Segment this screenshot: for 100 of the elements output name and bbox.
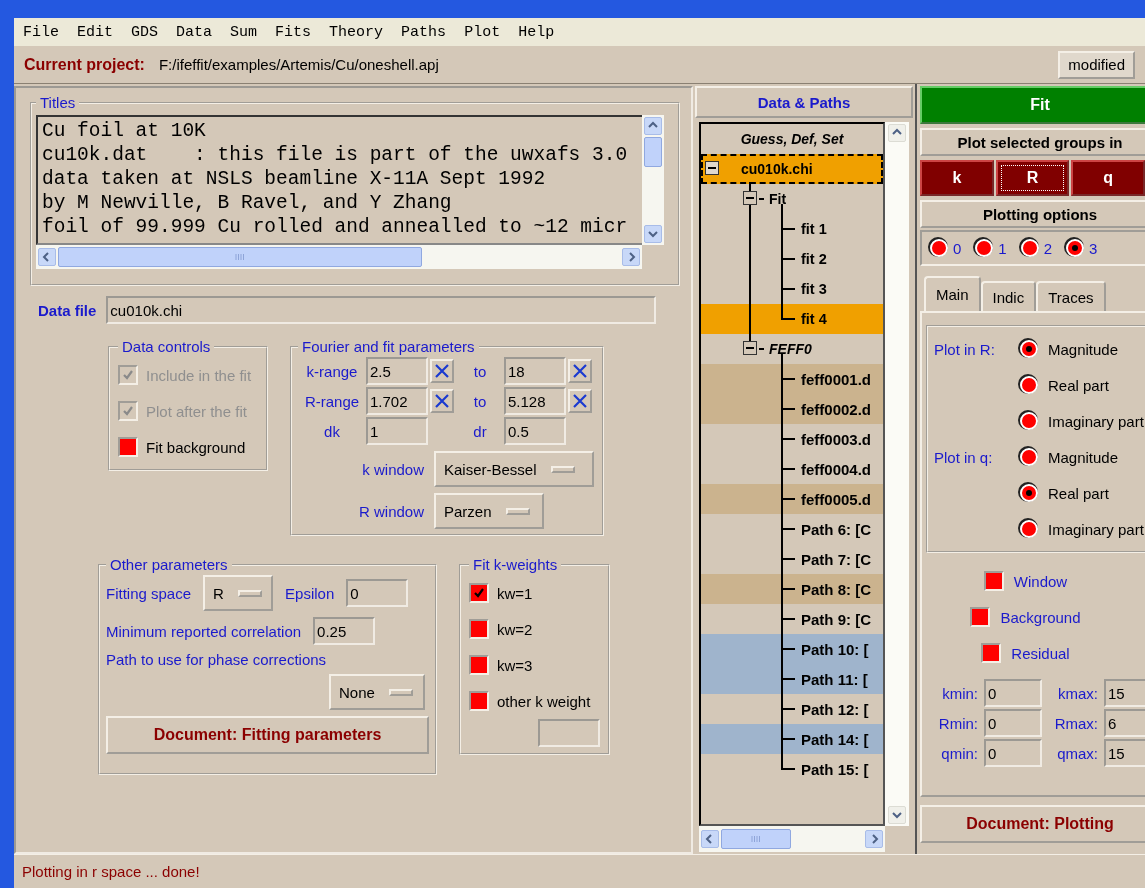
tree-row[interactable]: Path 10: [ [701,634,883,664]
tree-row[interactable]: fit 4 [701,304,883,334]
scroll-right-button[interactable] [622,248,640,266]
menu-item[interactable]: Plot [463,23,502,41]
scroll-thumb[interactable] [721,829,791,849]
horizontal-scrollbar[interactable] [699,826,885,852]
horizontal-scrollbar[interactable] [36,245,642,269]
text-field[interactable]: 0 [984,709,1042,737]
menu-item[interactable]: Theory [328,23,385,41]
text-field[interactable]: 0 [346,579,409,607]
text-field[interactable]: 0.25 [313,617,376,645]
plot-button[interactable]: R [995,160,1070,196]
tree-row[interactable]: Path 9: [C [701,604,883,634]
radio-button[interactable] [1020,340,1038,358]
text-field[interactable]: 15 [1104,739,1145,767]
menu-item[interactable]: Edit [76,23,115,41]
menu-item[interactable]: Data [175,23,214,41]
tree-row[interactable]: Path 12: [ [701,694,883,724]
fit-button[interactable]: Fit [920,86,1145,124]
tree-row[interactable]: fit 1 [701,214,883,244]
tree-row[interactable]: cu010k.chi [701,154,883,184]
tree-view[interactable] [699,122,885,826]
scroll-thumb[interactable] [58,247,422,267]
radio-button[interactable] [1020,448,1038,466]
tree-row[interactable]: Path 6: [C [701,514,883,544]
radio-button[interactable] [1020,376,1038,394]
scroll-down-button[interactable] [888,806,906,824]
tree-row[interactable]: Path 11: [ [701,664,883,694]
text-field[interactable]: cu010k.chi [106,296,657,324]
option-menu[interactable]: None [329,674,425,710]
document-button[interactable]: Document: Plotting [920,805,1145,843]
tree-row[interactable]: fit 2 [701,244,883,274]
text-field[interactable]: 18 [504,357,566,385]
clear-button[interactable] [568,359,592,383]
tree-row[interactable]: Path 7: [C [701,544,883,574]
checkbox[interactable] [970,607,991,627]
tab[interactable]: Traces [1036,281,1106,311]
menu-item[interactable]: Help [517,23,556,41]
option-menu[interactable]: Kaiser-Bessel [434,451,594,487]
radio-button[interactable] [930,239,948,257]
clear-button[interactable] [430,389,454,413]
menu-item[interactable]: GDS [130,23,160,41]
clear-button[interactable] [568,389,592,413]
scroll-right-button[interactable] [865,830,883,848]
option-menu[interactable]: Parzen [434,493,544,529]
scroll-up-button[interactable] [888,124,906,142]
tree-row[interactable]: feff0002.d [701,394,883,424]
option-menu[interactable]: R [203,575,274,611]
tree-row[interactable]: feff0003.d [701,424,883,454]
checkbox[interactable] [469,655,489,675]
tree-row[interactable]: Path 15: [ [701,754,883,784]
menu-item[interactable]: File [22,23,60,41]
collapse-icon[interactable] [743,191,757,205]
clear-button[interactable] [430,359,454,383]
radio-button[interactable] [1020,520,1038,538]
text-field[interactable]: 5.128 [504,387,566,415]
text-field[interactable]: 1.702 [366,387,428,415]
radio-button[interactable] [1020,239,1039,257]
checkbox[interactable] [983,571,1004,591]
plot-button[interactable]: k [920,160,994,196]
tab[interactable]: Indic [980,281,1037,311]
text-field[interactable]: 1 [366,417,428,445]
menu-item[interactable]: Sum [229,23,259,41]
radio-button[interactable] [1020,412,1038,430]
checkbox[interactable] [469,583,489,603]
text-field[interactable]: 0.5 [504,417,566,445]
text-field[interactable]: 6 [1104,709,1145,737]
document-button[interactable]: Document: Fitting parameters [106,716,429,754]
tree-row[interactable]: feff0005.d [701,484,883,514]
tree-row[interactable]: feff0001.d [701,364,883,394]
checkbox[interactable] [981,643,1002,663]
tree-row[interactable]: Fit [701,184,883,214]
text-field[interactable]: 2.5 [366,357,428,385]
panel-header[interactable]: Data & Paths [695,86,913,118]
tree-row[interactable]: feff0004.d [701,454,883,484]
scroll-left-button[interactable] [38,248,56,266]
vertical-scrollbar[interactable] [885,122,909,826]
checkbox[interactable] [118,437,138,457]
tree-row[interactable]: Path 14: [ [701,724,883,754]
tree-row[interactable]: FEFF0 [701,334,883,364]
radio-button[interactable] [1020,484,1038,502]
scroll-up-button[interactable] [644,117,662,135]
scroll-down-button[interactable] [644,225,662,243]
text-field[interactable]: 0 [984,739,1042,767]
checkbox[interactable] [469,691,489,711]
collapse-icon[interactable] [705,161,719,175]
plot-button[interactable]: q [1071,160,1145,196]
vertical-scrollbar[interactable] [642,115,664,245]
tab[interactable]: Main [924,276,981,311]
radio-button[interactable] [1066,239,1085,257]
scroll-left-button[interactable] [701,830,719,848]
modified-button[interactable]: modified [1058,50,1135,79]
text-field[interactable]: 15 [1104,679,1145,707]
titles-text-area[interactable]: Cu foil at 10K cu10k.dat : this file is part of the uwxafs 3.0 data taken at NSLS beamline X-11A Sept 1992 by M Newville, B Ravel, and Y Zhang foil of 99.999 Cu rolled and annealled to ~12 micr [36,115,642,245]
radio-button[interactable] [975,239,994,257]
tree-header[interactable]: Guess, Def, Set [701,124,883,154]
menu-item[interactable]: Paths [400,23,448,41]
text-field[interactable]: 0 [984,679,1042,707]
text-field[interactable] [538,719,600,747]
menu-item[interactable]: Fits [274,23,313,41]
